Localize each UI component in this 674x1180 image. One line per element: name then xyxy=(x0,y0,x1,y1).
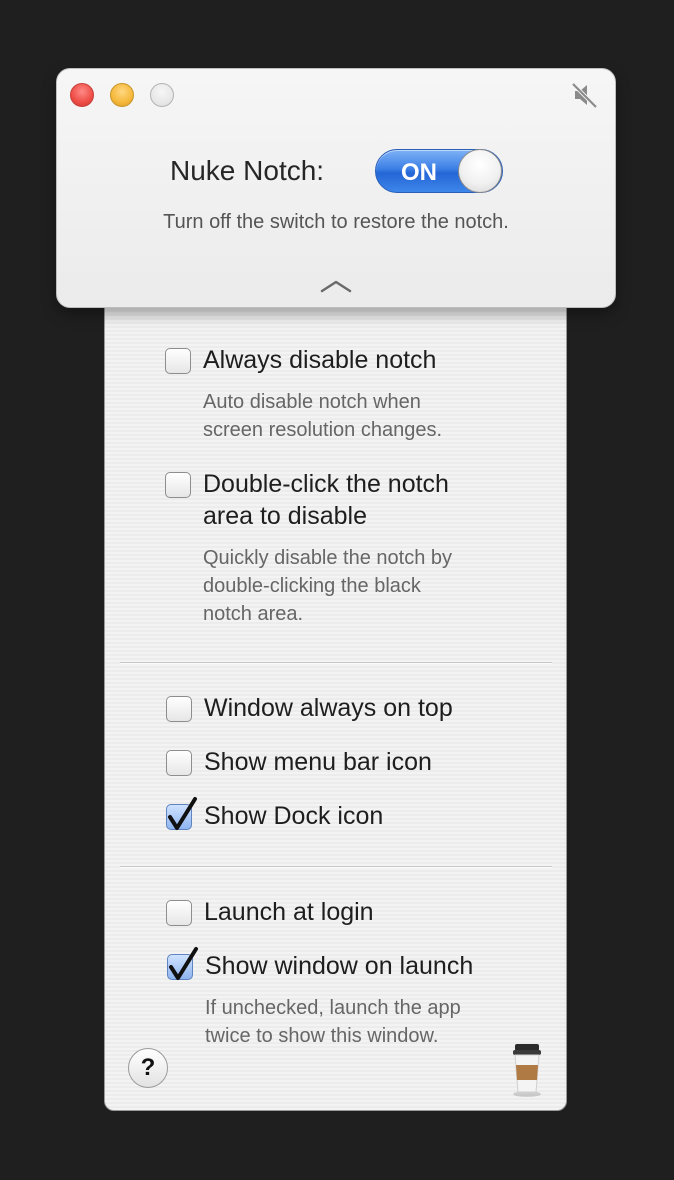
window-on-top-checkbox[interactable] xyxy=(166,696,192,722)
double-click-desc-3: notch area. xyxy=(203,603,304,625)
nuke-notch-label: Nuke Notch: xyxy=(170,155,325,186)
double-click-label-1: Double-click the notch xyxy=(203,470,449,498)
coffee-cup-icon[interactable] xyxy=(510,1040,544,1098)
launch-at-login-checkbox[interactable] xyxy=(166,900,192,926)
launch-at-login-label: Launch at login xyxy=(204,898,374,926)
nuke-notch-row: Nuke Notch: ON xyxy=(57,147,615,197)
show-window-desc-1: If unchecked, launch the app xyxy=(205,997,461,1019)
toggle-state-label: ON xyxy=(401,159,437,186)
nuke-notch-toggle[interactable]: ON xyxy=(375,149,503,193)
always-disable-desc-2: screen resolution changes. xyxy=(203,419,443,441)
chevron-up-icon[interactable] xyxy=(319,277,353,295)
always-disable-checkbox[interactable] xyxy=(165,348,191,374)
show-window-on-launch-checkbox[interactable] xyxy=(167,947,198,980)
dock-icon-label: Show Dock icon xyxy=(204,802,384,830)
zoom-button[interactable] xyxy=(150,83,174,107)
divider xyxy=(120,662,552,663)
restore-hint: Turn off the switch to restore the notch… xyxy=(163,211,509,233)
checkmark-icon xyxy=(169,947,198,980)
checkmark-icon xyxy=(168,797,197,830)
always-disable-label: Always disable notch xyxy=(203,346,437,374)
divider xyxy=(120,866,552,867)
close-button[interactable] xyxy=(70,83,94,107)
help-button[interactable]: ? xyxy=(128,1048,168,1088)
show-window-on-launch-label: Show window on launch xyxy=(205,952,474,980)
main-window: Nuke Notch: ON Turn off the switch to re… xyxy=(56,68,616,308)
double-click-desc-2: double-clicking the black xyxy=(203,575,421,597)
menu-bar-icon-label: Show menu bar icon xyxy=(204,748,432,776)
menu-bar-icon-checkbox[interactable] xyxy=(166,750,192,776)
double-click-label-2: area to disable xyxy=(203,502,368,530)
dock-icon-checkbox[interactable] xyxy=(166,797,197,830)
toggle-knob[interactable] xyxy=(458,149,502,193)
minimize-button[interactable] xyxy=(110,83,134,107)
always-disable-desc-1: Auto disable notch when xyxy=(203,391,421,413)
double-click-desc-1: Quickly disable the notch by xyxy=(203,547,453,569)
double-click-checkbox[interactable] xyxy=(165,472,191,498)
show-window-desc-2: twice to show this window. xyxy=(205,1025,439,1047)
speaker-muted-icon[interactable] xyxy=(570,81,600,109)
window-on-top-label: Window always on top xyxy=(204,694,453,722)
